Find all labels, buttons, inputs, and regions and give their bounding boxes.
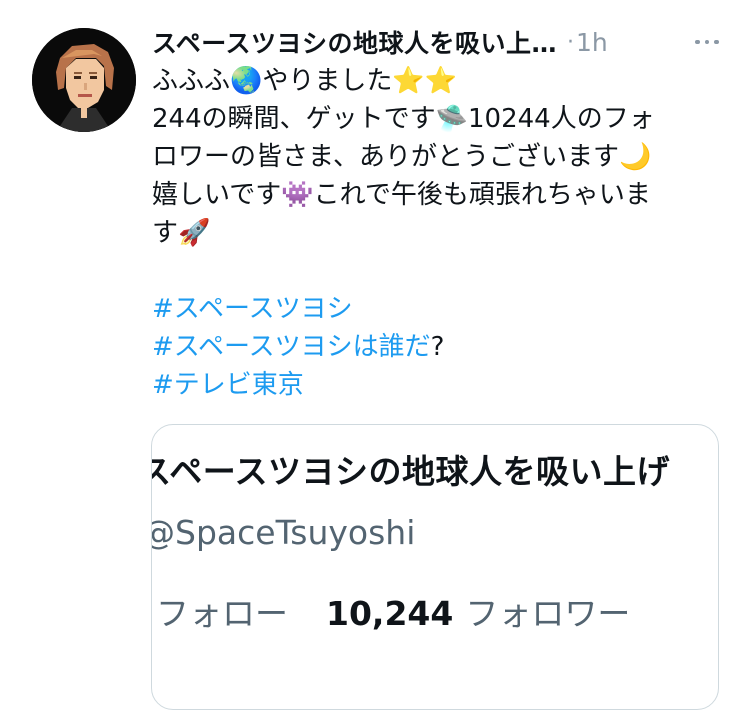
card-title: スペースツヨシの地球人を吸い上げ — [151, 452, 671, 491]
card-stats: フォロー 10,244 フォロワー — [156, 587, 630, 635]
tweet-text-line: す🚀 — [152, 218, 211, 248]
timestamp[interactable]: 1h — [576, 28, 608, 57]
hashtag-link-1: #スペースツヨシ — [152, 290, 722, 328]
hashtag-link-3: #テレビ東京 — [152, 366, 722, 404]
card-handle: @SpaceTsuyoshi — [151, 513, 416, 552]
hashtag-link[interactable]: #テレビ東京 — [152, 370, 304, 400]
followers-count: 10,244 — [326, 594, 454, 633]
hashtag-link[interactable]: #スペースツヨシ — [152, 294, 353, 324]
tweet-text-line: ふふふ🌏やりました⭐⭐ — [152, 66, 458, 96]
following-label: フォロー — [156, 594, 288, 633]
hashtag-link[interactable]: #スペースツヨシは誰だ — [152, 332, 431, 362]
avatar-icon[interactable] — [32, 28, 136, 132]
tweet-text: ふふふ🌏やりました⭐⭐ 244の瞬間、ゲットです🛸10244人のフォ ロワーの皆… — [152, 62, 722, 404]
followers-label: フォロワー — [465, 594, 631, 633]
tweet-header: スペースツヨシの地球人を吸い上… · 1h — [152, 22, 737, 62]
separator-dot: · — [567, 29, 575, 55]
profile-screenshot-card[interactable]: スペースツヨシの地球人を吸い上げ @SpaceTsuyoshi フォロー 10,… — [151, 424, 719, 710]
display-name[interactable]: スペースツヨシの地球人を吸い上… — [152, 24, 557, 60]
hashtag-link-2: #スペースツヨシは誰だ? — [152, 328, 722, 366]
tweet-text-line: 244の瞬間、ゲットです🛸10244人のフォ — [152, 104, 655, 134]
more-options-icon[interactable] — [683, 22, 731, 62]
hashtag-suffix: ? — [430, 332, 445, 362]
tweet-text-line: 嬉しいです👾これで午後も頑張れちゃいま — [152, 180, 651, 210]
tweet[interactable]: スペースツヨシの地球人を吸い上… · 1h ふふふ🌏やりました⭐⭐ 244の瞬間… — [0, 0, 750, 722]
tweet-text-line: ロワーの皆さま、ありがとうございます🌙 — [152, 142, 652, 172]
